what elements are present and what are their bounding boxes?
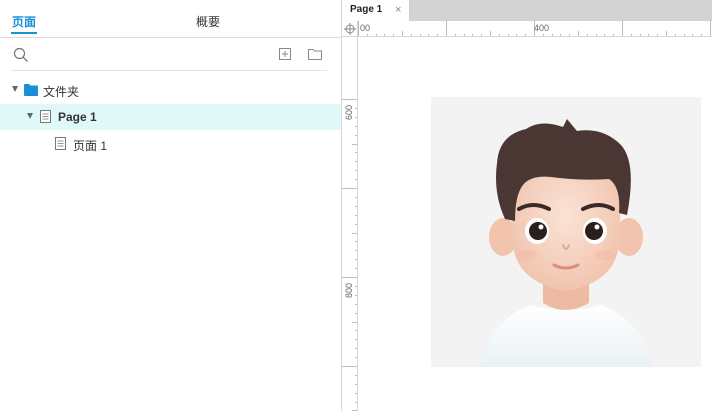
panel-tabs: 页面 概要 [0,0,341,38]
vertical-ruler[interactable]: 600 800 [342,37,358,411]
ruler-label: 600 [344,104,354,120]
avatar-illustration [479,119,653,367]
design-canvas[interactable] [359,38,712,411]
tree-item-label: Page 1 [58,110,97,124]
crosshair-icon [344,23,356,35]
ruler-label: 00 [360,23,371,33]
chevron-down-icon[interactable] [27,113,33,119]
ruler-label: 800 [344,282,354,298]
chevron-down-icon[interactable] [12,86,18,92]
document-tab-page-1[interactable]: Page 1 × [342,0,410,21]
ruler-label: 400 [534,23,550,33]
avatar-image[interactable] [431,97,701,367]
add-page-icon[interactable] [279,48,291,60]
tab-pages[interactable]: 页面 [11,13,37,34]
horizontal-ruler[interactable]: 00 400 [358,21,712,37]
editor-panel: Page 1 × 00 400 600 800 [342,0,712,411]
page-icon [55,137,66,150]
tree-item-page-child[interactable]: 页面 1 [0,131,341,157]
tree-item-label: 页面 1 [73,139,108,153]
tab-overview[interactable]: 概要 [196,13,220,30]
vertical-ruler-ticks [342,99,357,411]
ruler-origin[interactable] [342,21,358,37]
tab-overview-label: 概要 [196,15,221,29]
tree-item-page-1[interactable]: Page 1 [0,104,341,130]
close-icon[interactable]: × [395,4,401,16]
left-panel: 页面 概要 文件夹 Page 1 页面 1 [0,0,342,411]
page-icon [40,110,51,123]
tab-pages-label: 页面 [12,15,37,29]
folder-icon [24,84,38,96]
search-icon[interactable] [13,47,29,63]
add-folder-icon[interactable] [308,48,322,60]
pages-toolbar [11,39,327,71]
document-tab-label: Page 1 [350,4,383,15]
active-tab-indicator [11,32,37,34]
document-tab-strip: Page 1 × [342,0,712,21]
tree-item-label: 文件夹 [43,85,80,99]
tree-item-folder[interactable]: 文件夹 [0,77,341,103]
